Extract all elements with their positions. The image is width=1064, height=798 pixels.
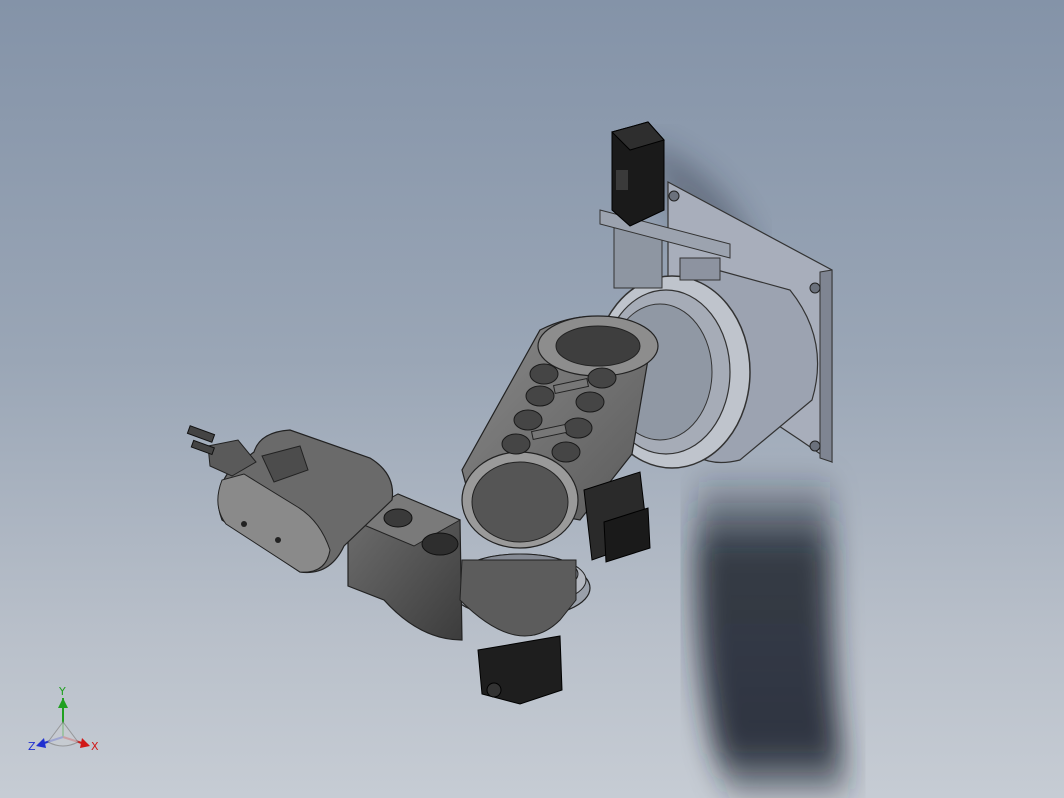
orientation-triad[interactable]: Y X Z (24, 682, 108, 762)
graphics-viewport[interactable]: Y X Z (0, 0, 1064, 798)
triad-y-label: Y (58, 685, 66, 698)
forearm-servo-motor[interactable] (477, 635, 563, 705)
robot-arm-model[interactable] (0, 0, 1064, 798)
triad-z-label: Z (28, 740, 36, 753)
gripper[interactable] (186, 425, 257, 477)
triad-x-label: X (91, 740, 99, 753)
